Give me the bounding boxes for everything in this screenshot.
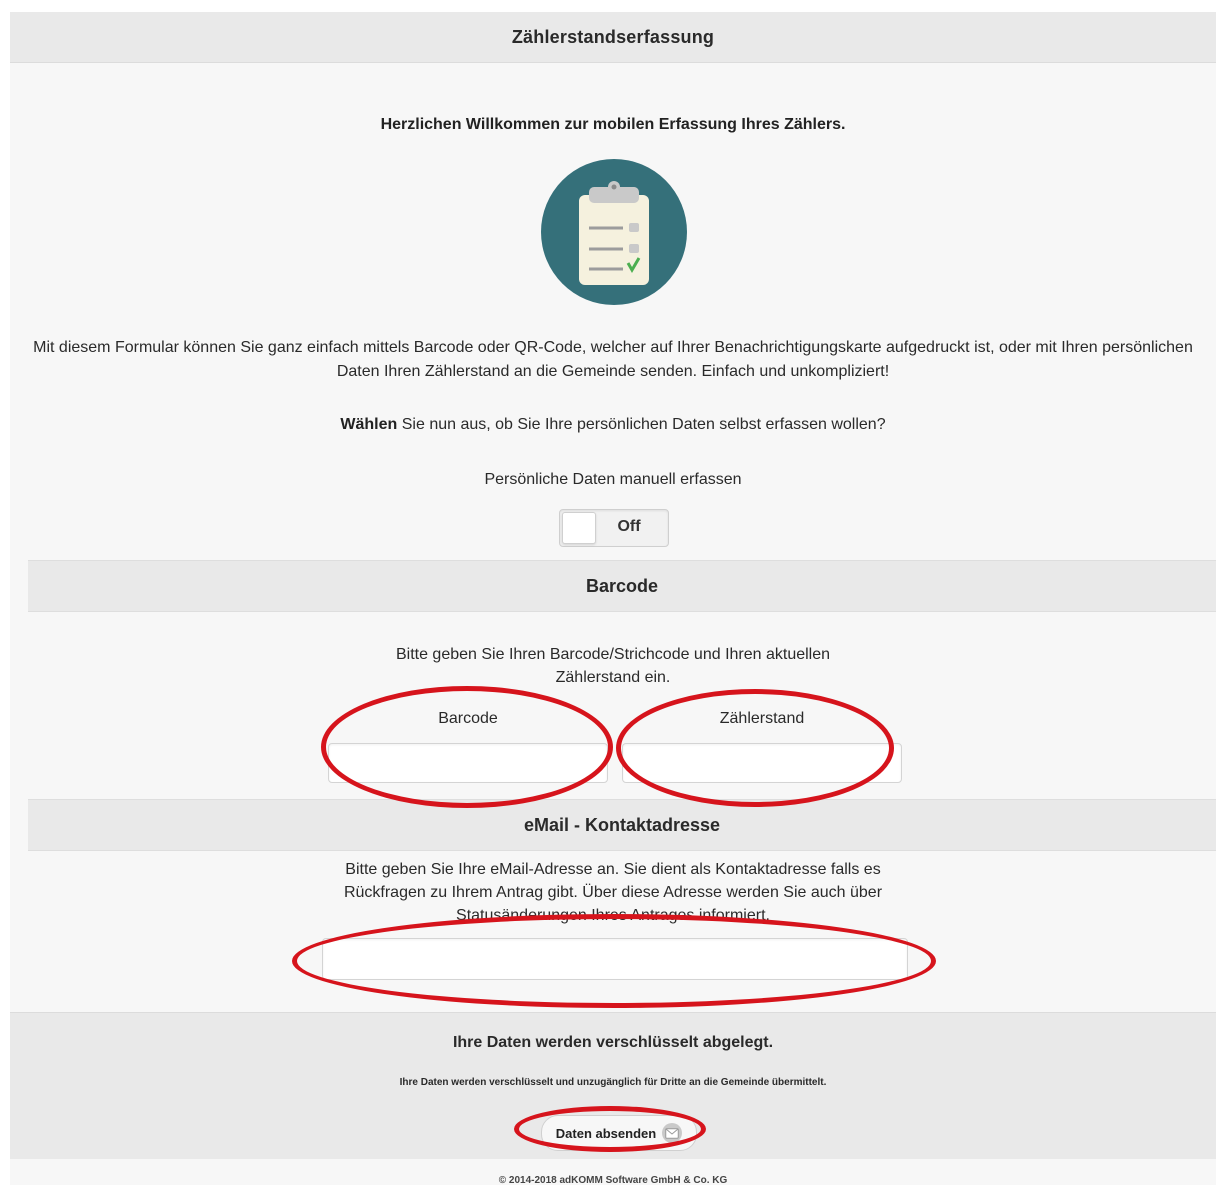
top-header-bar: Zählerstandserfassung xyxy=(10,12,1216,63)
barcode-section-header: Barcode xyxy=(28,560,1216,612)
submit-button-label: Daten absenden xyxy=(555,1125,657,1141)
email-section-title: eMail - Kontaktadresse xyxy=(523,814,721,835)
email-help-body: Bitte geben Sie Ihre eMail-Adresse an. S… xyxy=(343,861,883,924)
email-input[interactable] xyxy=(322,938,908,980)
toggle-knob[interactable] xyxy=(562,512,596,544)
footer-panel: Ihre Daten werden verschlüsselt abgelegt… xyxy=(10,1012,1216,1159)
submit-button[interactable]: Daten absenden xyxy=(541,1115,697,1151)
intro-text: Mit diesem Formular können Sie ganz einf… xyxy=(33,339,1193,380)
choose-prompt: Wählen Sie nun aus, ob Sie Ihre persönli… xyxy=(10,416,1216,434)
manual-entry-label: Persönliche Daten manuell erfassen xyxy=(484,471,742,488)
page-title: Zählerstandserfassung xyxy=(511,26,715,47)
welcome-heading: Herzlichen Willkommen zur mobilen Erfass… xyxy=(380,116,846,133)
barcode-help-body: Bitte geben Sie Ihren Barcode/Strichcode… xyxy=(395,646,831,686)
email-help-text: Bitte geben Sie Ihre eMail-Adresse an. S… xyxy=(10,858,1216,927)
toggle-state-label: Off xyxy=(617,518,641,535)
manual-entry-toggle[interactable]: Off xyxy=(559,509,669,547)
footer-heading: Ihre Daten werden verschlüsselt abgelegt… xyxy=(452,1034,774,1051)
email-section-header: eMail - Kontaktadresse xyxy=(28,799,1216,851)
choose-prompt-rest: Sie nun aus, ob Sie Ihre persönlichen Da… xyxy=(397,416,886,433)
copyright-text: © 2014-2018 adKOMM Software GmbH & Co. K… xyxy=(498,1175,728,1186)
barcode-field-label: Barcode xyxy=(438,710,498,727)
mail-icon xyxy=(662,1123,683,1143)
barcode-input[interactable] xyxy=(328,743,608,783)
page: Zählerstandserfassung Herzlichen Willkom… xyxy=(10,12,1216,1186)
barcode-help-text: Bitte geben Sie Ihren Barcode/Strichcode… xyxy=(10,643,1216,689)
meter-reading-input[interactable] xyxy=(622,743,902,783)
barcode-section-title: Barcode xyxy=(585,575,659,596)
footer-subtext: Ihre Daten werden verschlüsselt und unzu… xyxy=(399,1077,827,1088)
choose-prompt-bold: Wählen xyxy=(340,416,398,433)
clipboard-icon xyxy=(541,159,687,305)
meter-reading-field-label: Zählerstand xyxy=(719,710,805,727)
